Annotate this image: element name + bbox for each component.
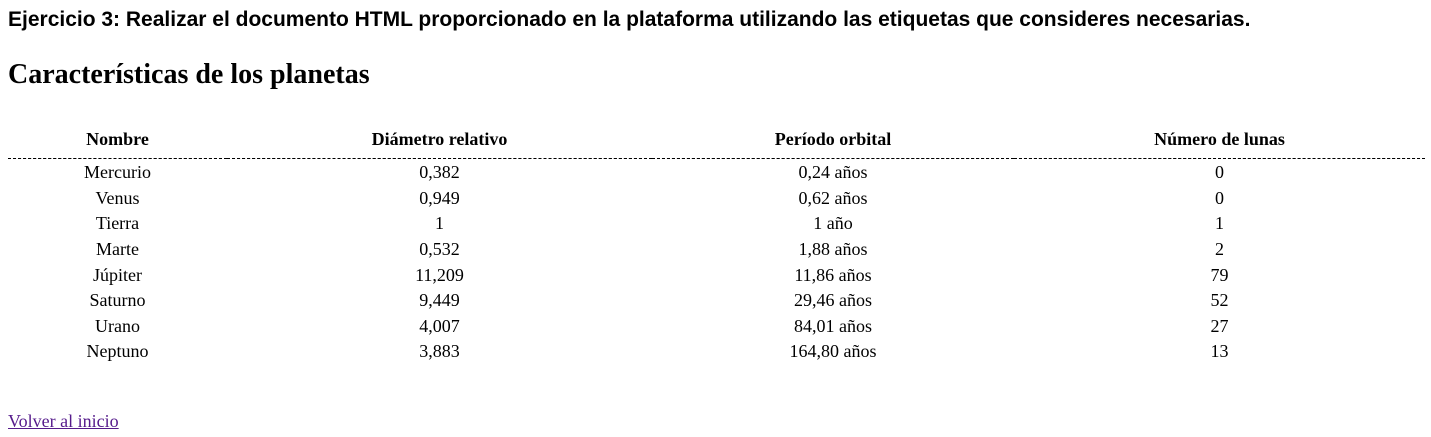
- diameter-cell: 0,949: [419, 187, 460, 208]
- orbital-period-cell: 1 año: [813, 213, 853, 234]
- table-row: Neptuno 3,883 164,80 años 13: [8, 339, 1425, 365]
- table-row: Mercurio 0,382 0,24 años 0: [8, 159, 1425, 186]
- header-nombre: Nombre: [8, 124, 227, 159]
- orbital-period-cell: 0,62 años: [798, 187, 868, 208]
- table-row: Marte 0,532 1,88 años 2: [8, 237, 1425, 263]
- table-header: Nombre Diámetro relativo Período orbital…: [8, 124, 1425, 159]
- orbital-period-cell: 29,46 años: [794, 290, 872, 311]
- diameter-cell: 3,883: [419, 341, 460, 362]
- orbital-period-cell: 164,80 años: [789, 341, 877, 362]
- moons-cell: 27: [1210, 315, 1229, 336]
- header-lunas: Número de lunas: [1014, 124, 1425, 159]
- planet-name-cell: Venus: [95, 187, 140, 208]
- moons-cell: 2: [1215, 239, 1224, 260]
- diameter-cell: 0,382: [419, 162, 460, 183]
- exercise-heading: Ejercicio 3: Realizar el documento HTML …: [8, 8, 1251, 31]
- planet-name-cell: Saturno: [89, 290, 146, 311]
- orbital-period-cell: 84,01 años: [794, 315, 872, 336]
- moons-cell: 0: [1215, 162, 1224, 183]
- diameter-cell: 11,209: [415, 264, 464, 285]
- page-title: Características de los planetas: [8, 59, 370, 90]
- diameter-cell: 4,007: [419, 315, 460, 336]
- planet-name-cell: Urano: [95, 315, 140, 336]
- moons-cell: 13: [1210, 341, 1229, 362]
- moons-cell: 1: [1215, 213, 1224, 234]
- table-row: Saturno 9,449 29,46 años 52: [8, 288, 1425, 314]
- table-body: Mercurio 0,382 0,24 años 0 Venus 0,949 0,62 añ…: [8, 159, 1425, 365]
- table-row: Tierra 1 1 año 1: [8, 211, 1425, 237]
- diameter-cell: 9,449: [419, 290, 460, 311]
- orbital-period-cell: 1,88 años: [798, 239, 868, 260]
- table-row: Urano 4,007 84,01 años 27: [8, 314, 1425, 340]
- back-to-home-link[interactable]: Volver al inicio: [8, 409, 119, 433]
- header-periodo: Período orbital: [652, 124, 1014, 159]
- table-row: Júpiter 11,209 11,86 años 79: [8, 262, 1425, 288]
- table-row: Venus 0,949 0,62 años 0: [8, 186, 1425, 212]
- planet-name-cell: Neptuno: [86, 341, 149, 362]
- planet-name-cell: Tierra: [95, 213, 140, 234]
- planet-name-cell: Mercurio: [84, 162, 151, 183]
- header-row: Nombre Diámetro relativo Período orbital…: [8, 124, 1425, 159]
- header-diametro: Diámetro relativo: [227, 124, 652, 159]
- moons-cell: 79: [1210, 264, 1229, 285]
- planet-name-cell: Marte: [96, 239, 139, 260]
- moons-cell: 52: [1210, 290, 1229, 311]
- planets-table: Nombre Diámetro relativo Período orbital…: [8, 124, 1425, 365]
- orbital-period-cell: 0,24 años: [798, 162, 868, 183]
- planet-name-cell: Júpiter: [93, 264, 142, 285]
- diameter-cell: 0,532: [419, 239, 460, 260]
- diameter-cell: 1: [435, 213, 444, 234]
- moons-cell: 0: [1215, 187, 1224, 208]
- orbital-period-cell: 11,86 años: [794, 264, 872, 285]
